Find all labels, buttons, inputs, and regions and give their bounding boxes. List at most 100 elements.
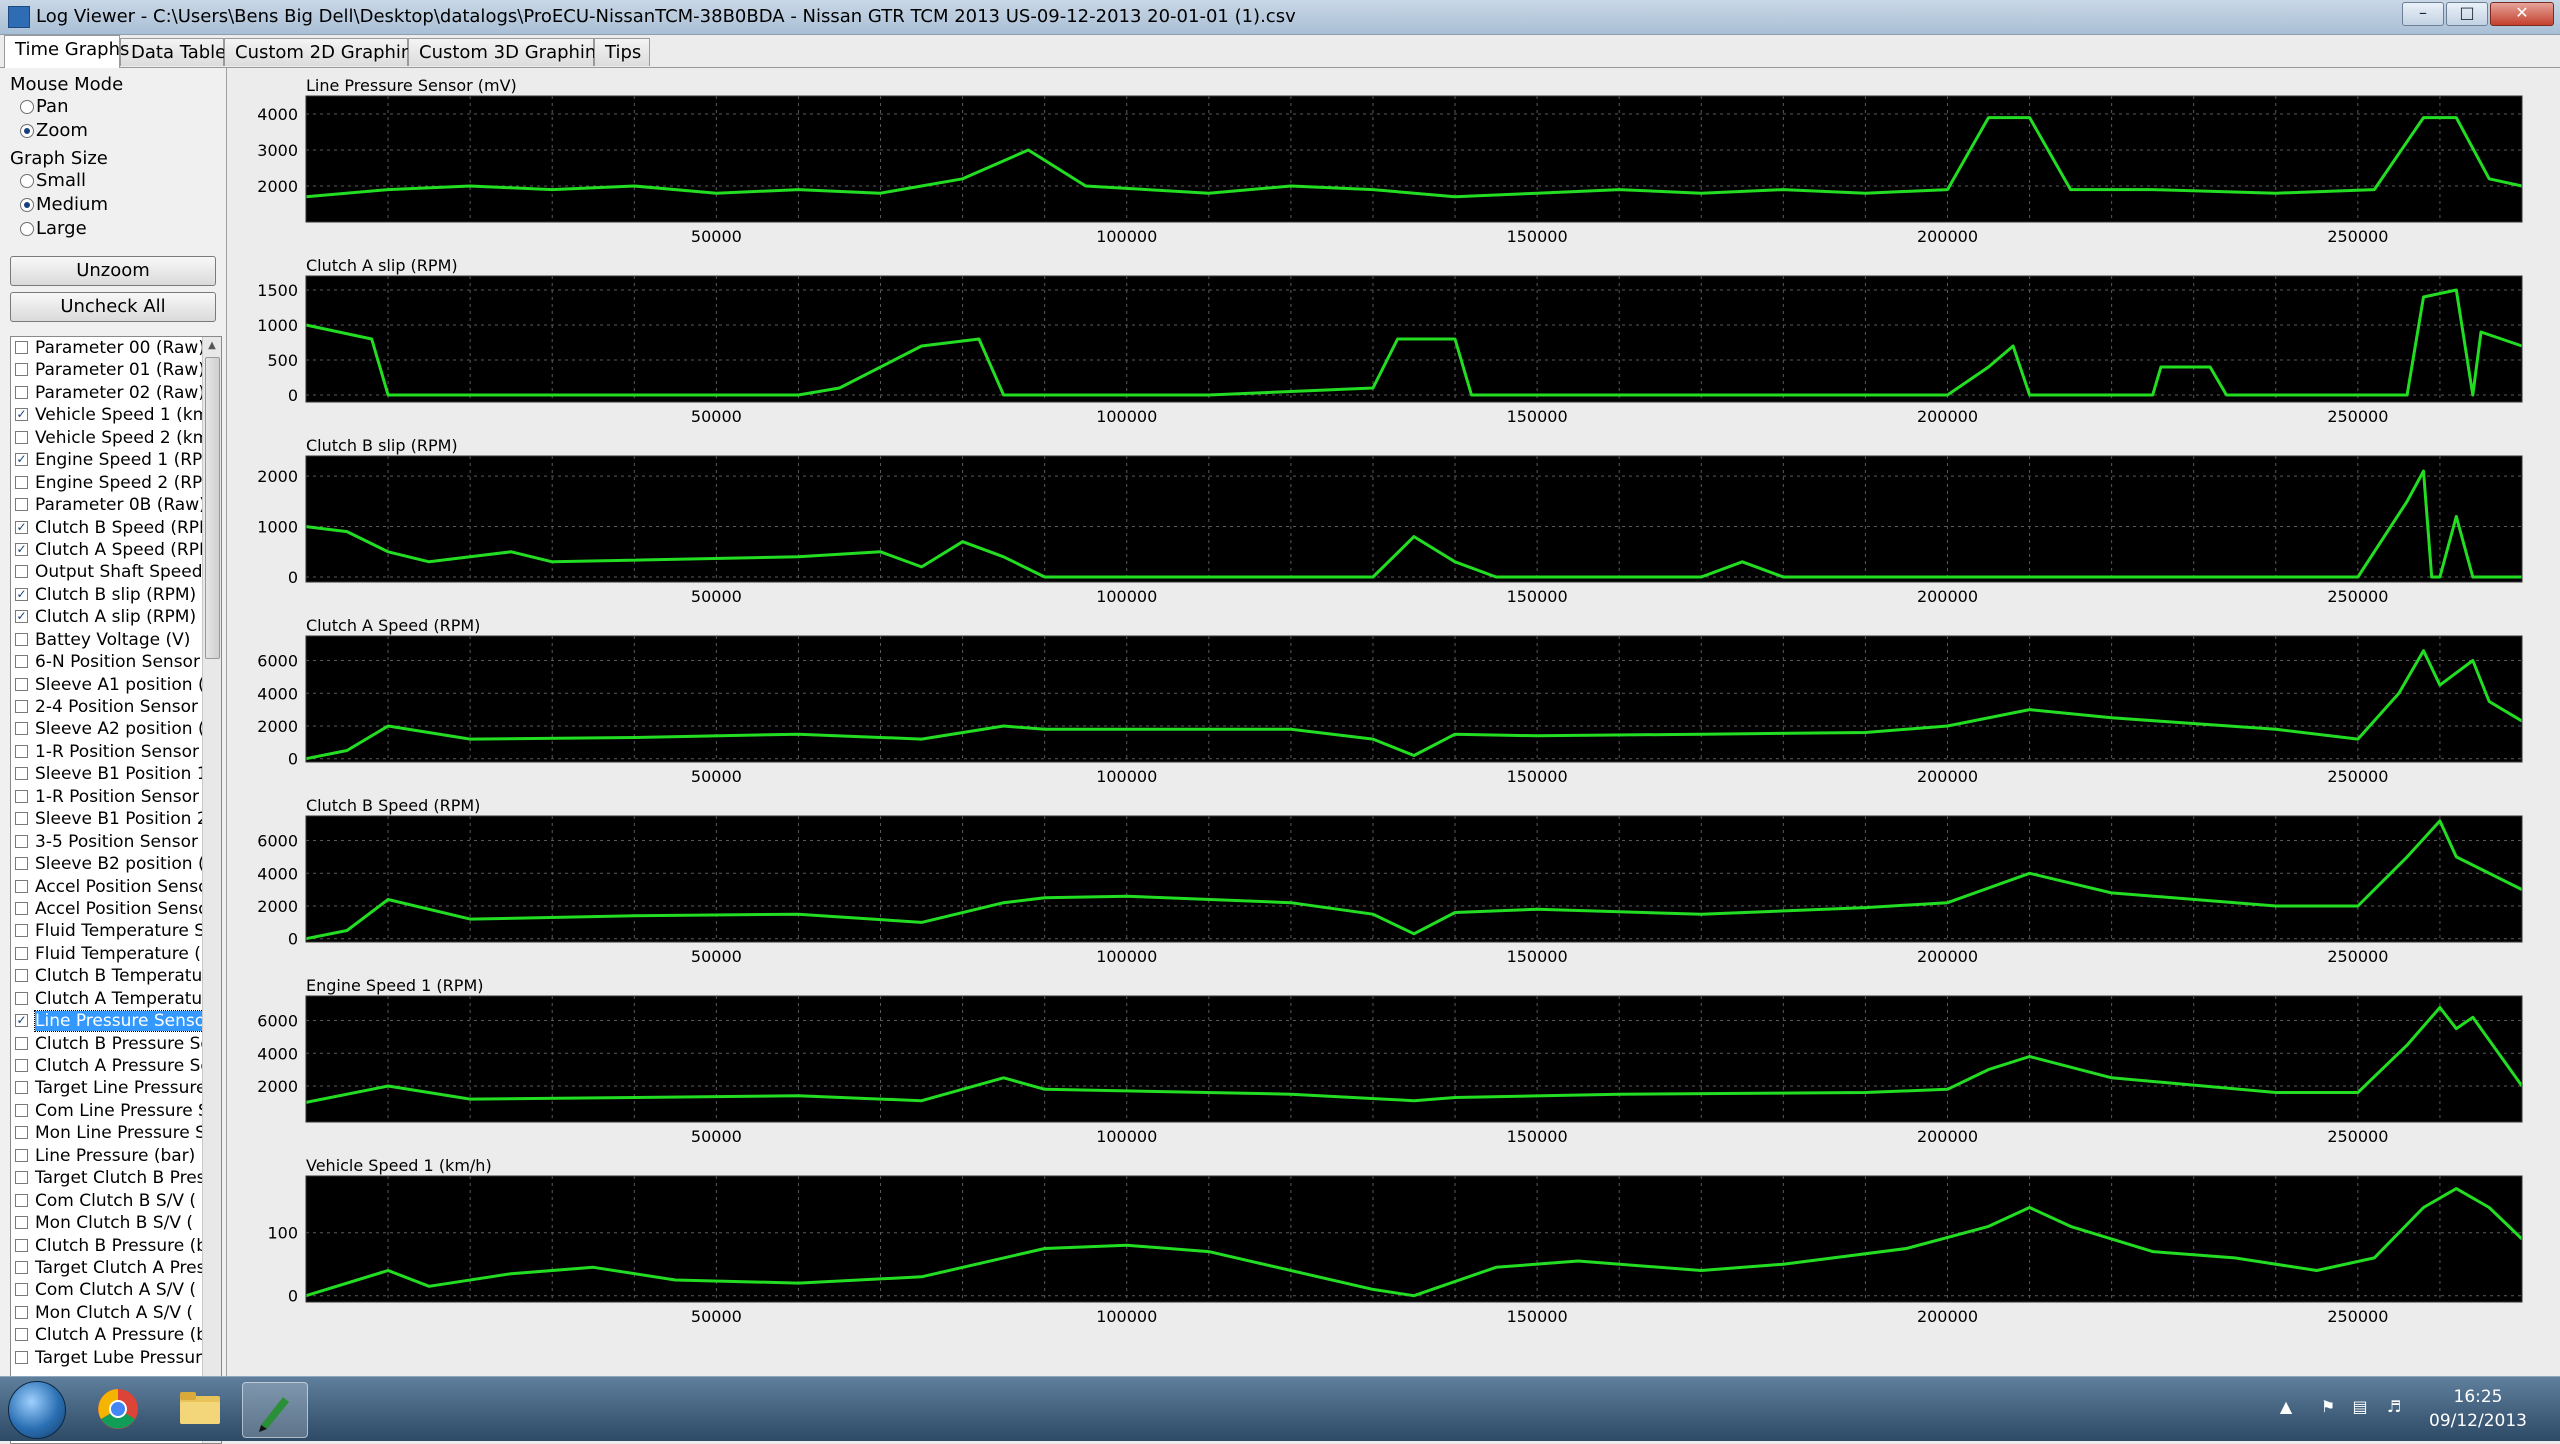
parameter-item[interactable]: Target Clutch A Pres <box>11 1257 205 1279</box>
checkbox[interactable] <box>15 946 28 960</box>
checkbox[interactable] <box>15 341 28 354</box>
checkbox[interactable] <box>15 722 28 736</box>
parameter-item[interactable]: Target Line Pressure <box>11 1077 205 1099</box>
parameter-item[interactable]: Mon Line Pressure S <box>11 1122 205 1144</box>
parameter-item[interactable]: Sleeve A1 position ( <box>11 674 205 696</box>
parameter-item[interactable]: Parameter 00 (Raw) <box>11 337 205 359</box>
radio-medium[interactable]: Medium <box>10 193 218 217</box>
parameter-item[interactable]: Com Clutch B S/V ( <box>11 1190 205 1212</box>
pen-app-icon[interactable] <box>242 1382 308 1438</box>
checkbox[interactable] <box>15 834 28 848</box>
checkbox[interactable] <box>15 744 28 758</box>
parameter-item[interactable]: Target Lube Pressur <box>11 1347 205 1369</box>
checkbox[interactable] <box>15 430 28 444</box>
parameter-item[interactable]: Com Clutch A S/V ( <box>11 1279 205 1301</box>
checkbox[interactable] <box>15 879 28 893</box>
parameter-item[interactable]: Clutch A Temperatu <box>11 988 205 1010</box>
checkbox[interactable]: ✓ <box>15 542 28 556</box>
parameter-item[interactable]: Sleeve B1 Position 2 <box>11 808 205 830</box>
checkbox[interactable] <box>15 1126 28 1140</box>
radio-pan[interactable]: Pan <box>10 95 218 119</box>
plot-area[interactable] <box>306 96 2522 222</box>
checkbox[interactable] <box>15 1059 28 1072</box>
parameter-item[interactable]: Mon Clutch B S/V ( <box>11 1212 205 1234</box>
scroll-thumb[interactable] <box>205 357 220 659</box>
parameter-item[interactable]: ✓ Vehicle Speed 1 (km <box>11 404 205 426</box>
parameter-item[interactable]: Fluid Temperature ( <box>11 943 205 965</box>
plot-area[interactable] <box>306 816 2522 942</box>
tab-tips[interactable]: Tips <box>594 38 650 66</box>
parameter-item[interactable]: Vehicle Speed 2 (km <box>11 427 205 449</box>
parameter-item[interactable]: Battey Voltage (V) <box>11 629 205 651</box>
checkbox[interactable] <box>15 1036 28 1050</box>
checkbox[interactable] <box>15 700 28 713</box>
parameter-item[interactable]: Clutch B Pressure (b <box>11 1235 205 1257</box>
minimize-icon[interactable]: – <box>2402 2 2444 26</box>
tray-expand-icon[interactable]: ▲ <box>2276 1397 2296 1417</box>
checkbox[interactable] <box>15 1216 28 1230</box>
parameter-item[interactable]: ✓ Clutch A Speed (RPI <box>11 539 205 561</box>
parameter-item[interactable]: 1-R Position Sensor <box>11 741 205 763</box>
checkbox[interactable] <box>15 1148 28 1162</box>
checkbox[interactable] <box>15 632 28 646</box>
parameter-item[interactable]: Accel Position Senso <box>11 876 205 898</box>
parameter-item[interactable]: 2-4 Position Sensor <box>11 696 205 718</box>
list-scrollbar[interactable]: ▲ ▼ <box>202 337 221 1443</box>
plot-area[interactable] <box>306 1176 2522 1302</box>
checkbox[interactable] <box>15 1171 28 1185</box>
parameter-item[interactable]: Sleeve B2 position ( <box>11 853 205 875</box>
checkbox[interactable] <box>15 1081 28 1095</box>
folder-icon[interactable] <box>168 1382 232 1436</box>
maximize-icon[interactable]: □ <box>2446 2 2488 26</box>
parameter-item[interactable]: ✓ Clutch B slip (RPM) <box>11 584 205 606</box>
chrome-icon[interactable] <box>86 1382 150 1436</box>
radio-small[interactable]: Small <box>10 169 218 193</box>
parameter-item[interactable]: 3-5 Position Sensor <box>11 831 205 853</box>
checkbox[interactable] <box>15 991 28 1005</box>
checkbox[interactable] <box>15 363 28 377</box>
parameter-item[interactable]: Clutch B Pressure Se <box>11 1033 205 1055</box>
checkbox[interactable]: ✓ <box>15 453 28 467</box>
checkbox[interactable] <box>15 1305 28 1319</box>
tab-custom-3d-graphing[interactable]: Custom 3D Graphing <box>408 38 608 66</box>
parameter-item[interactable]: Accel Position Senso <box>11 898 205 920</box>
checkbox[interactable] <box>15 1350 28 1364</box>
checkbox[interactable] <box>15 1238 28 1252</box>
parameter-item[interactable]: Parameter 01 (Raw) <box>11 359 205 381</box>
graph-area[interactable]: Line Pressure Sensor (mV) 2000 3000 4000 500… <box>228 68 2560 1376</box>
checkbox[interactable] <box>15 1260 28 1274</box>
tab-data-table[interactable]: Data Table <box>120 38 226 66</box>
checkbox[interactable] <box>15 924 28 938</box>
checkbox[interactable]: ✓ <box>15 520 28 534</box>
plot-area[interactable] <box>306 456 2522 582</box>
parameter-item[interactable]: Clutch A Pressure (b <box>11 1324 205 1346</box>
checkbox[interactable] <box>15 767 28 781</box>
parameter-item[interactable]: Engine Speed 2 (RPN <box>11 472 205 494</box>
close-icon[interactable]: ✕ <box>2490 2 2554 26</box>
checkbox[interactable] <box>15 901 28 915</box>
parameter-item[interactable]: Output Shaft Speed <box>11 561 205 583</box>
plot-area[interactable] <box>306 636 2522 762</box>
time-graphs-canvas[interactable]: Line Pressure Sensor (mV) 2000 3000 4000 500… <box>228 68 2560 1376</box>
unzoom-button[interactable]: Unzoom <box>10 256 216 286</box>
uncheck-all-button[interactable]: Uncheck All <box>10 292 216 322</box>
checkbox[interactable] <box>15 655 28 669</box>
parameter-item[interactable]: Mon Clutch A S/V ( <box>11 1302 205 1324</box>
parameter-item[interactable]: Line Pressure (bar) <box>11 1145 205 1167</box>
parameter-item[interactable]: 6-N Position Sensor <box>11 651 205 673</box>
radio-large[interactable]: Large <box>10 217 218 241</box>
plot-area[interactable] <box>306 996 2522 1122</box>
parameter-item[interactable]: ✓ Clutch B Speed (RPN <box>11 517 205 539</box>
parameter-item[interactable]: Clutch A Pressure Se <box>11 1055 205 1077</box>
windows-start-icon[interactable] <box>8 1381 66 1439</box>
parameter-item[interactable]: 1-R Position Sensor <box>11 786 205 808</box>
tab-time-graphs[interactable]: Time Graphs <box>4 35 129 68</box>
checkbox[interactable] <box>15 498 28 512</box>
checkbox[interactable] <box>15 812 28 826</box>
volume-icon[interactable]: ♬ <box>2384 1397 2404 1417</box>
checkbox[interactable] <box>15 385 28 399</box>
parameter-item[interactable]: Com Line Pressure S <box>11 1100 205 1122</box>
checkbox[interactable] <box>15 1103 28 1117</box>
checkbox[interactable] <box>15 565 28 579</box>
parameter-item[interactable]: Sleeve A2 position ( <box>11 718 205 740</box>
